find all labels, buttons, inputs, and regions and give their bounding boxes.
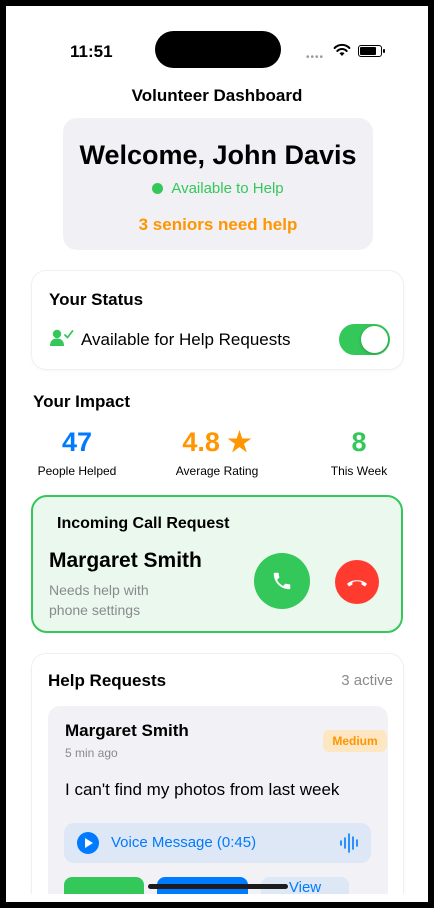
stat-this-week: 8 This Week [294,426,422,478]
phone-screen: 11:51 •••• Volunteer Dashboard Welcome, … [12,12,422,894]
welcome-card: Welcome, John Davis Available to Help 3 … [63,118,373,250]
help-requests-heading: Help Requests [48,671,167,690]
stat-label: People Helped [37,464,117,478]
signal-icon: •••• [306,52,325,63]
nav-title: Volunteer Dashboard [131,86,303,105]
stat-label: This Week [330,464,388,478]
help-requests-card: Help Requests 3 active Margaret Smith 5 … [32,654,403,894]
toggle-knob [361,326,388,353]
phone-hangup-icon [347,580,367,587]
availability-status: Available to Help [63,180,373,197]
incoming-call-card: Incoming Call Request Margaret Smith Nee… [31,495,403,633]
availability-label: Available to Help [171,180,284,197]
star-icon: ★ [227,427,252,457]
decline-call-button[interactable] [335,560,379,604]
request-time: 5 min ago [65,746,118,760]
help-request-item[interactable]: Margaret Smith 5 min ago Medium I can't … [48,706,388,894]
priority-badge: Medium [323,730,387,752]
stat-average-rating: 4.8 ★ Average Rating [152,426,282,478]
status-bar: 11:51 •••• [12,12,422,72]
seniors-alert[interactable]: 3 seniors need help [63,215,373,235]
accept-call-button[interactable] [254,553,310,609]
caller-name: Margaret Smith [49,549,202,572]
request-message: I can't find my photos from last week [65,780,340,799]
home-indicator[interactable] [148,884,288,889]
stat-value: 8 [351,427,367,457]
dynamic-island [155,31,281,68]
status-heading: Your Status [49,290,144,309]
availability-toggle-label: Available for Help Requests [81,330,291,349]
wifi-icon [333,43,351,56]
welcome-title: Welcome, John Davis [79,140,357,170]
status-dot-icon [152,183,164,194]
status-card: Your Status Available for Help Requests [32,271,403,369]
waveform-icon [340,833,358,853]
caller-description: Needs help with phone settings [49,582,149,618]
device-frame: 11:51 •••• Volunteer Dashboard Welcome, … [0,0,434,908]
availability-toggle[interactable] [339,324,390,355]
stat-label: Average Rating [175,464,259,478]
status-time: 11:51 [70,42,113,61]
accept-request-button[interactable] [64,877,144,894]
stat-value: 47 [61,427,93,457]
requester-name: Margaret Smith [65,721,189,740]
voice-message-player[interactable]: Voice Message (0:45) [64,823,371,863]
voice-message-label: Voice Message (0:45) [111,834,257,851]
stat-value: 4.8 [182,427,220,457]
call-heading: Incoming Call Request [57,515,230,532]
battery-icon [358,45,385,57]
impact-heading: Your Impact [33,392,130,411]
play-icon[interactable] [77,832,99,854]
phone-icon [273,572,291,590]
stat-value-row: 4.8 ★ [152,426,282,458]
person-check-icon [50,329,74,346]
help-requests-count: 3 active [341,672,393,689]
stat-people-helped: 47 People Helped [12,426,142,478]
